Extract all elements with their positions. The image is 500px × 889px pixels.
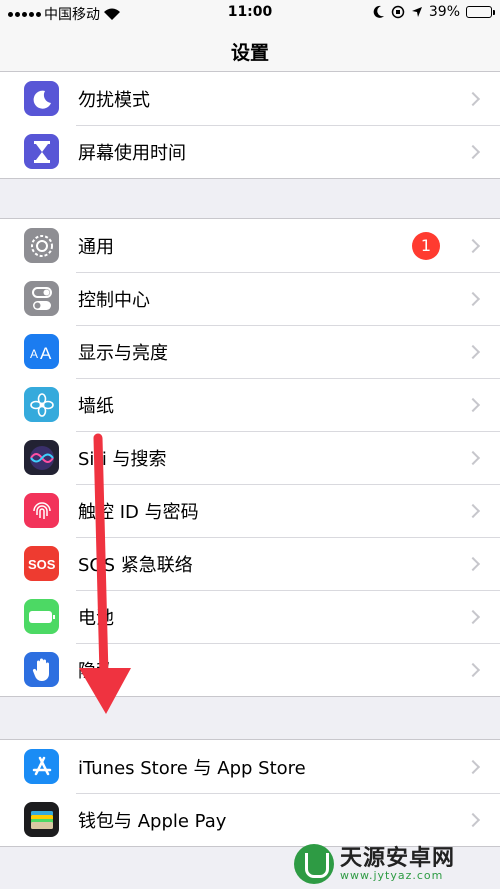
flower-icon [24, 387, 59, 422]
sos-icon: SOS [24, 546, 59, 581]
chevron-right-icon [465, 609, 481, 624]
chevron-right-icon [465, 344, 481, 359]
row-label: 显示与亮度 [78, 342, 168, 364]
text-size-icon: AA [24, 334, 59, 369]
row-label: 屏幕使用时间 [78, 142, 186, 164]
row-itunes-app-store[interactable]: iTunes Store 与 App Store [0, 740, 500, 793]
row-label: SOS 紧急联络 [78, 554, 193, 576]
page-title: 设置 [230, 42, 269, 64]
hand-icon [24, 652, 59, 687]
fingerprint-icon [24, 493, 59, 528]
rotation-lock-icon [391, 5, 405, 19]
row-general[interactable]: 通用 1 [0, 219, 500, 272]
row-do-not-disturb[interactable]: 勿扰模式 [0, 72, 500, 125]
chevron-right-icon [465, 144, 481, 159]
siri-icon [24, 440, 59, 475]
row-label: 电池 [78, 607, 114, 629]
row-label: 墙纸 [78, 395, 114, 417]
row-touch-id-passcode[interactable]: 触控 ID 与密码 [0, 484, 500, 537]
status-bar: 中国移动 11:00 39% [0, 0, 500, 26]
row-label: Siri 与搜索 [78, 448, 167, 470]
chevron-right-icon [465, 450, 481, 465]
toggle-icon [24, 281, 59, 316]
row-emergency-sos[interactable]: SOS SOS 紧急联络 [0, 537, 500, 590]
chevron-right-icon [465, 238, 481, 253]
svg-text:SOS: SOS [28, 557, 56, 572]
moon-icon [24, 81, 59, 116]
wallet-icon [24, 802, 59, 837]
location-icon [411, 7, 422, 17]
row-label: 钱包与 Apple Pay [78, 810, 227, 832]
row-display-brightness[interactable]: AA 显示与亮度 [0, 325, 500, 378]
chevron-right-icon [465, 91, 481, 106]
hourglass-icon [24, 134, 59, 169]
watermark-url: www.jytyaz.com [340, 868, 444, 882]
chevron-right-icon [465, 759, 481, 774]
settings-group-store: iTunes Store 与 App Store 钱包与 Apple Pay [0, 739, 500, 847]
app-store-icon [24, 749, 59, 784]
watermark-text: 天源安卓网 www.jytyaz.com [340, 847, 455, 882]
watermark-name: 天源安卓网 [340, 845, 456, 871]
settings-group-focus: 勿扰模式 屏幕使用时间 [0, 71, 500, 179]
row-control-center[interactable]: 控制中心 [0, 272, 500, 325]
chevron-right-icon [465, 662, 481, 677]
battery-icon [24, 599, 59, 634]
row-wallpaper[interactable]: 墙纸 [0, 378, 500, 431]
chevron-right-icon [465, 291, 481, 306]
status-right: 39% [373, 4, 495, 20]
battery-percent: 39% [428, 4, 460, 20]
settings-group-general: 通用 1 控制中心 AA 显示与亮度 墙纸 Siri 与搜索 触控 ID 与密码… [0, 218, 500, 697]
gear-icon [24, 228, 59, 263]
row-privacy[interactable]: 隐私 [0, 643, 500, 696]
row-label: 隐私 [78, 660, 114, 682]
watermark: 天源安卓网 www.jytyaz.com [294, 839, 494, 889]
row-label: 控制中心 [78, 289, 150, 311]
row-label: 勿扰模式 [78, 89, 150, 111]
row-screen-time[interactable]: 屏幕使用时间 [0, 125, 500, 178]
notification-badge: 1 [412, 231, 440, 260]
watermark-logo-icon [294, 844, 334, 884]
row-siri-search[interactable]: Siri 与搜索 [0, 431, 500, 484]
row-label: iTunes Store 与 App Store [78, 757, 306, 779]
row-label: 触控 ID 与密码 [78, 501, 199, 523]
svg-text:A: A [30, 347, 38, 361]
moon-icon [373, 5, 384, 18]
chevron-right-icon [465, 812, 481, 827]
row-battery[interactable]: 电池 [0, 590, 500, 643]
battery-icon [466, 6, 495, 18]
chevron-right-icon [465, 556, 481, 571]
chevron-right-icon [465, 397, 481, 412]
row-label: 通用 [78, 236, 114, 258]
svg-text:A: A [40, 344, 52, 362]
chevron-right-icon [465, 503, 481, 518]
